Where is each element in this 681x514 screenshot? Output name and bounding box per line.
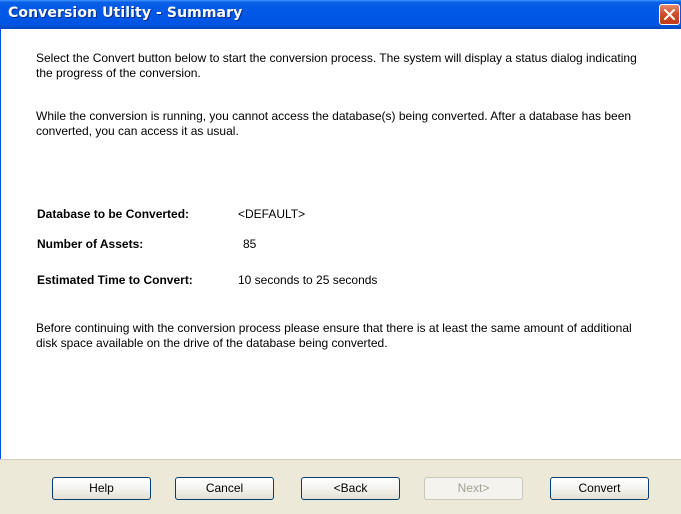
disk-space-notice: Before continuing with the conversion pr… [36, 321, 632, 350]
back-button[interactable]: <Back [301, 477, 400, 500]
button-bar: Help Cancel <Back Next> Convert [0, 459, 681, 514]
assets-label: Number of Assets: [37, 237, 144, 251]
window-title: Conversion Utility - Summary [8, 5, 243, 21]
close-button[interactable] [659, 4, 680, 25]
title-bar[interactable]: Conversion Utility - Summary [0, 0, 681, 29]
database-value: <DEFAULT> [238, 207, 306, 221]
next-button: Next> [424, 477, 523, 500]
estimated-time-value: 10 seconds to 25 seconds [238, 273, 378, 287]
conversion-utility-window: Conversion Utility - Summary Select the … [0, 0, 681, 514]
intro-paragraph-1: Select the Convert button below to start… [36, 51, 637, 80]
close-icon [664, 9, 675, 20]
database-label: Database to be Converted: [37, 207, 190, 221]
intro-paragraph-2: While the conversion is running, you can… [36, 109, 632, 138]
cancel-button[interactable]: Cancel [175, 477, 274, 500]
estimated-time-label: Estimated Time to Convert: [37, 273, 193, 287]
summary-panel: Select the Convert button below to start… [0, 29, 681, 459]
assets-value: 85 [243, 237, 257, 251]
help-button[interactable]: Help [52, 477, 151, 500]
convert-button[interactable]: Convert [550, 477, 649, 500]
